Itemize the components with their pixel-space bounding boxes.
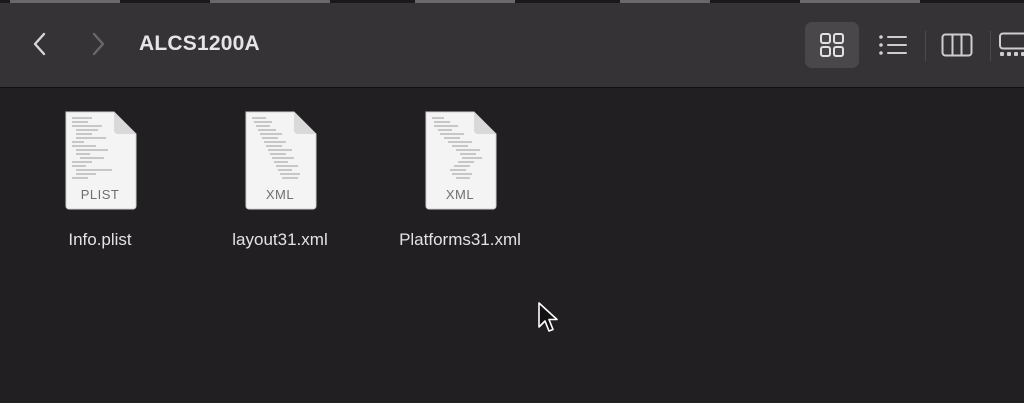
mouse-cursor-icon <box>538 302 558 332</box>
window-title: ALCS1200A <box>139 32 260 55</box>
toolbar-separator <box>925 31 926 61</box>
back-button[interactable] <box>25 27 55 61</box>
toolbar-separator <box>990 31 991 61</box>
file-type-label: PLIST <box>80 187 120 202</box>
list-view-button[interactable] <box>866 22 920 68</box>
file-item[interactable]: XML layout31.xml <box>205 110 355 250</box>
columns-icon <box>941 33 973 57</box>
file-name: Info.plist <box>68 230 132 249</box>
file-name: Platforms31.xml <box>399 230 521 249</box>
document-icon: XML <box>422 110 498 210</box>
forward-button[interactable] <box>83 27 113 61</box>
gallery-icon <box>999 32 1024 56</box>
file-area: PLIST Info.plist XML layout31.xml XML Pl… <box>0 88 1024 403</box>
file-type-label: XML <box>265 187 295 202</box>
chevron-right-icon <box>92 32 105 56</box>
chevron-left-icon <box>33 32 46 56</box>
file-item[interactable]: XML Platforms31.xml <box>385 110 535 250</box>
grid-icon <box>820 33 844 57</box>
toolbar: ALCS1200A <box>0 3 1024 88</box>
finder-window: ALCS1200A PLIST Info.plist XML layout31.… <box>0 0 1024 403</box>
icon-view-button[interactable] <box>805 22 859 68</box>
file-name: layout31.xml <box>232 230 328 249</box>
column-view-button[interactable] <box>930 22 984 68</box>
list-icon <box>879 35 907 55</box>
gallery-view-button[interactable] <box>992 22 1024 68</box>
file-type-label: XML <box>445 187 475 202</box>
document-icon: PLIST <box>62 110 138 210</box>
file-item[interactable]: PLIST Info.plist <box>25 110 175 250</box>
document-icon: XML <box>242 110 318 210</box>
